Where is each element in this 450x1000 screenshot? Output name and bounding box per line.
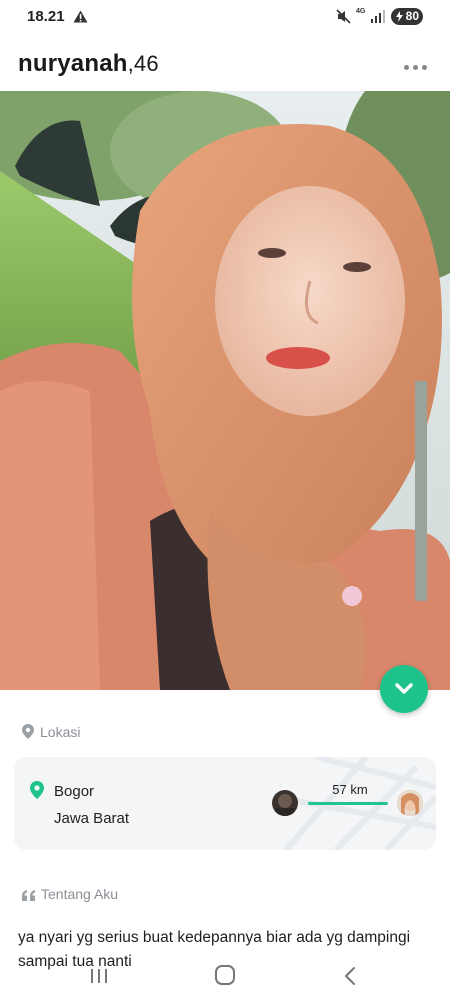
location-province: Jawa Barat — [54, 810, 130, 827]
quote-icon — [22, 890, 35, 901]
profile-name-line: nuryanah,46 — [18, 50, 159, 78]
location-section-label: Lokasi — [22, 724, 80, 740]
mute-icon — [336, 9, 351, 24]
expand-profile-button[interactable] — [380, 665, 428, 713]
system-nav-bar — [0, 955, 450, 1000]
profile-header: nuryanah,46 — [0, 40, 450, 90]
distance-line — [308, 802, 388, 805]
location-card: Bogor Jawa Barat 57 km — [14, 757, 436, 850]
status-time: 18.21 — [27, 8, 65, 25]
location-pin-icon — [22, 724, 34, 739]
signal-icon — [371, 10, 385, 23]
warning-icon — [73, 10, 88, 23]
map-pin-icon — [30, 781, 44, 799]
battery-level: 80 — [405, 9, 419, 23]
my-avatar — [272, 790, 298, 816]
profile-photo[interactable] — [0, 91, 450, 690]
location-city: Bogor — [54, 783, 95, 800]
recent-apps-icon[interactable] — [89, 967, 109, 985]
more-dots-icon[interactable] — [404, 57, 432, 70]
home-icon[interactable] — [215, 965, 235, 985]
chevron-down-icon — [395, 683, 413, 694]
status-bar: 18.21 4G 80 — [0, 0, 450, 34]
about-section-label: Tentang Aku — [22, 886, 118, 902]
back-icon[interactable] — [343, 966, 357, 986]
profile-avatar — [397, 790, 423, 816]
distance-value: 57 km — [332, 782, 368, 797]
battery-icon: 80 — [391, 8, 423, 25]
profile-name: nuryanah — [18, 50, 128, 77]
profile-age: ,46 — [127, 51, 159, 76]
network-type: 4G — [356, 8, 366, 15]
